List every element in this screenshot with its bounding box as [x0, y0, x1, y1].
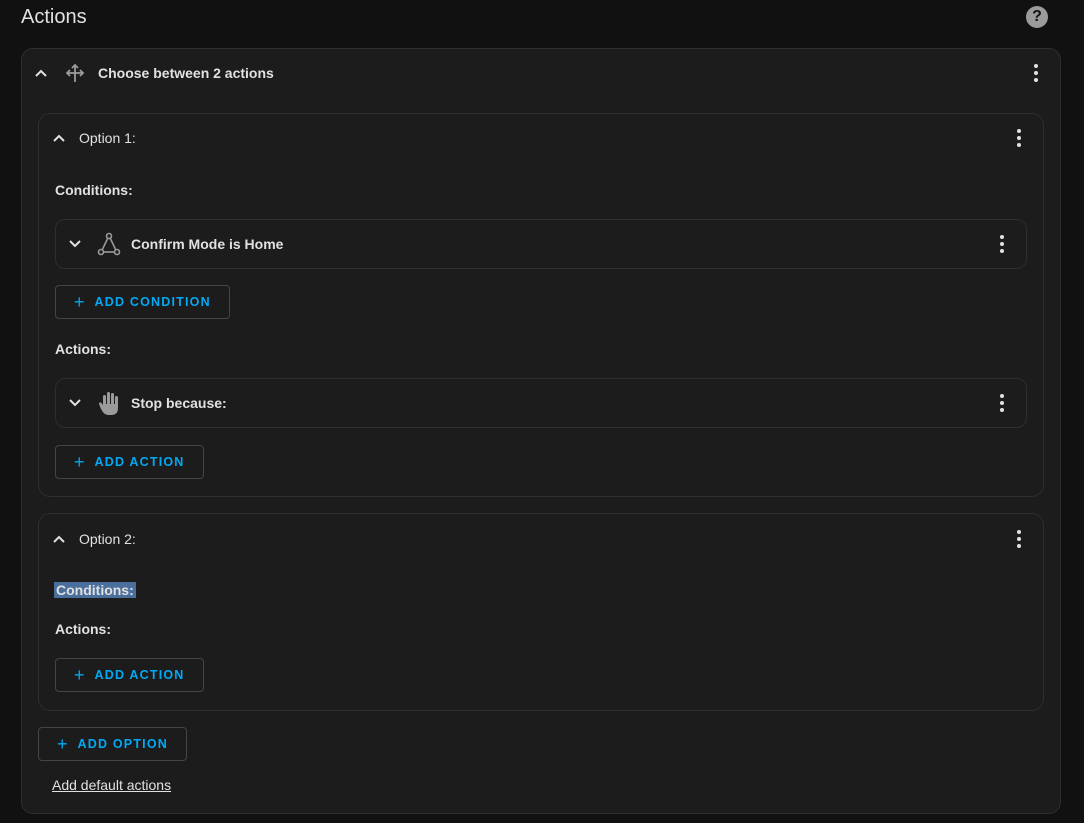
- choose-action-title: Choose between 2 actions: [98, 65, 274, 81]
- add-action-button[interactable]: + ADD ACTION: [55, 658, 204, 692]
- add-action-label: ADD ACTION: [94, 455, 185, 469]
- option-1-conditions-label: Conditions:: [55, 182, 133, 198]
- chevron-up-icon[interactable]: [52, 532, 66, 546]
- option-2-header[interactable]: Option 2:: [52, 529, 136, 549]
- page-title: Actions: [21, 6, 87, 28]
- add-condition-label: ADD CONDITION: [94, 295, 211, 309]
- chevron-down-icon[interactable]: [68, 237, 82, 251]
- condition-overflow-menu-icon[interactable]: [1000, 235, 1004, 253]
- add-condition-button[interactable]: + ADD CONDITION: [55, 285, 230, 319]
- arrow-decision-icon: [65, 63, 85, 82]
- chevron-down-icon[interactable]: [68, 396, 82, 410]
- add-default-actions-link[interactable]: Add default actions: [52, 777, 171, 793]
- help-icon[interactable]: ?: [1026, 6, 1048, 28]
- add-option-label: ADD OPTION: [77, 737, 168, 751]
- choose-action-header[interactable]: Choose between 2 actions: [34, 62, 274, 84]
- add-option-button[interactable]: + ADD OPTION: [38, 727, 187, 761]
- hand-stop-icon: [99, 392, 118, 415]
- option-2-conditions-label: Conditions:: [54, 582, 136, 598]
- add-action-button[interactable]: + ADD ACTION: [55, 445, 204, 479]
- option-1-header[interactable]: Option 1:: [52, 128, 136, 148]
- choose-overflow-menu-icon[interactable]: [1034, 64, 1038, 82]
- option-2-title: Option 2:: [79, 531, 136, 547]
- plus-icon: +: [74, 664, 85, 685]
- add-action-label: ADD ACTION: [94, 668, 185, 682]
- condition-item-title: Confirm Mode is Home: [131, 236, 284, 252]
- action-item-header[interactable]: Stop because:: [68, 390, 227, 416]
- chevron-up-icon[interactable]: [34, 66, 48, 80]
- state-machine-icon: [97, 232, 121, 256]
- condition-item-header[interactable]: Confirm Mode is Home: [68, 232, 283, 256]
- plus-icon: +: [74, 451, 85, 472]
- option-2-actions-label: Actions:: [55, 621, 111, 637]
- chevron-up-icon[interactable]: [52, 131, 66, 145]
- plus-icon: +: [74, 291, 85, 312]
- plus-icon: +: [57, 733, 68, 754]
- action-item-title: Stop because:: [131, 395, 227, 411]
- option-1-overflow-menu-icon[interactable]: [1017, 129, 1021, 147]
- action-overflow-menu-icon[interactable]: [1000, 394, 1004, 412]
- option-1-actions-label: Actions:: [55, 341, 111, 357]
- option-2-overflow-menu-icon[interactable]: [1017, 530, 1021, 548]
- option-1-title: Option 1:: [79, 130, 136, 146]
